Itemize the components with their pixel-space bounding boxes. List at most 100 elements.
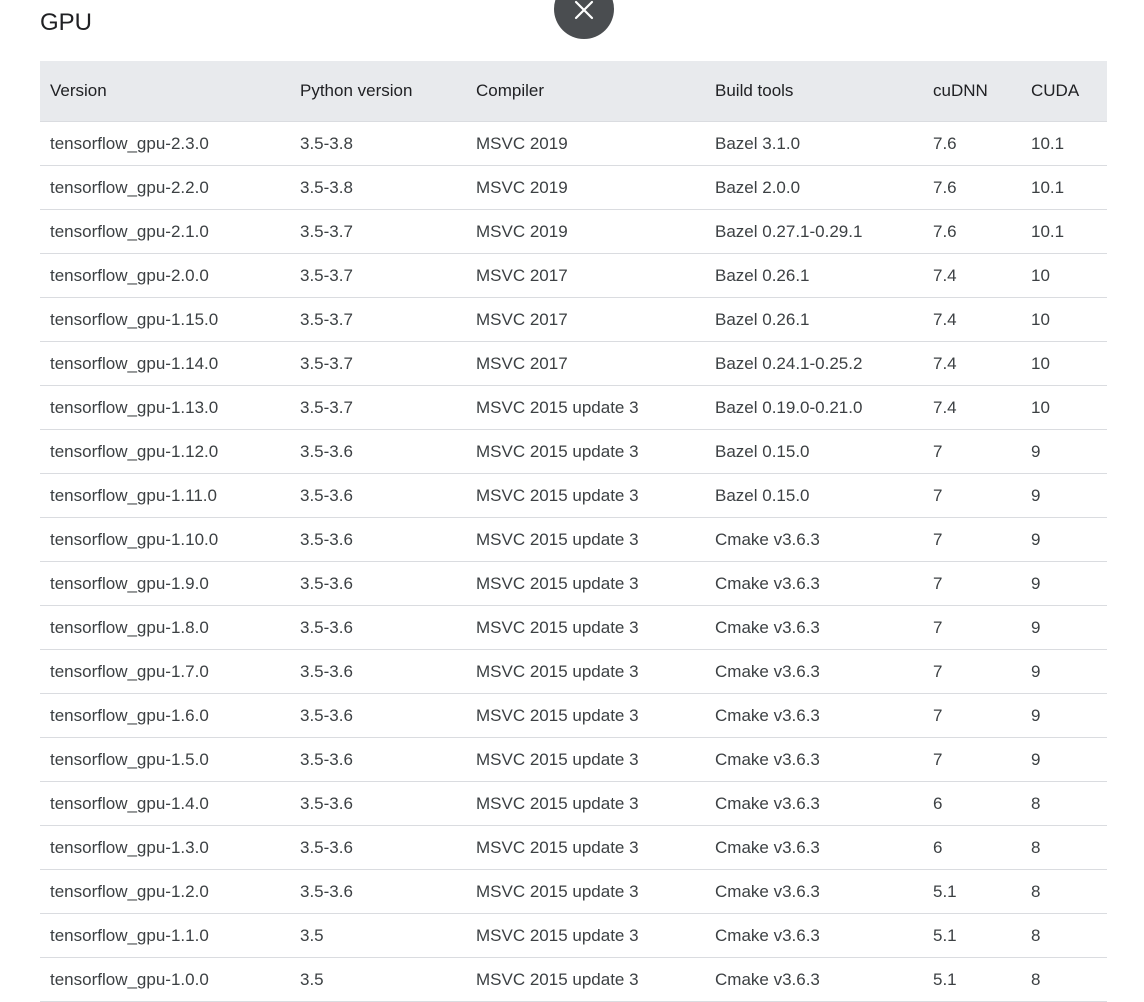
cell-version: tensorflow_gpu-1.7.0 <box>40 649 290 694</box>
cell-version: tensorflow_gpu-1.0.0 <box>40 957 290 1002</box>
cell-build-tools: Cmake v3.6.3 <box>705 737 923 782</box>
cell-python-version: 3.5 <box>290 957 466 1002</box>
cell-python-version: 3.5-3.6 <box>290 649 466 694</box>
table-row: tensorflow_gpu-1.15.0 3.5-3.7 MSVC 2017 Baz… <box>40 297 1107 342</box>
cell-cuda: 9 <box>1021 429 1107 474</box>
cell-cuda: 9 <box>1021 605 1107 650</box>
cell-python-version: 3.5-3.6 <box>290 561 466 606</box>
table-row: tensorflow_gpu-2.3.0 3.5-3.8 MSVC 2019 Baze… <box>40 121 1107 166</box>
cell-python-version: 3.5-3.6 <box>290 825 466 870</box>
cell-version: tensorflow_gpu-1.10.0 <box>40 517 290 562</box>
cell-cudnn: 7.4 <box>923 253 1021 298</box>
cell-compiler: MSVC 2019 <box>466 209 705 254</box>
cell-build-tools: Cmake v3.6.3 <box>705 913 923 958</box>
cell-cudnn: 7 <box>923 737 1021 782</box>
cell-python-version: 3.5-3.7 <box>290 297 466 342</box>
cell-compiler: MSVC 2015 update 3 <box>466 605 705 650</box>
cell-cuda: 9 <box>1021 517 1107 562</box>
cell-cuda: 9 <box>1021 649 1107 694</box>
table-row: tensorflow_gpu-1.9.0 3.5-3.6 MSVC 2015 upd… <box>40 561 1107 606</box>
cell-build-tools: Bazel 0.15.0 <box>705 429 923 474</box>
table-row: tensorflow_gpu-2.1.0 3.5-3.7 MSVC 2019 Baze… <box>40 209 1107 254</box>
cell-build-tools: Cmake v3.6.3 <box>705 781 923 826</box>
cell-cudnn: 5.1 <box>923 913 1021 958</box>
cell-compiler: MSVC 2017 <box>466 341 705 386</box>
cell-cuda: 10.1 <box>1021 121 1107 166</box>
cell-cudnn: 7 <box>923 517 1021 562</box>
cell-compiler: MSVC 2019 <box>466 165 705 210</box>
table-header-row: Version Python version Compiler Build to… <box>40 61 1107 122</box>
cell-version: tensorflow_gpu-1.8.0 <box>40 605 290 650</box>
cell-cuda: 10 <box>1021 385 1107 430</box>
cell-compiler: MSVC 2017 <box>466 253 705 298</box>
cell-cudnn: 6 <box>923 781 1021 826</box>
table-row: tensorflow_gpu-1.6.0 3.5-3.6 MSVC 2015 upd… <box>40 693 1107 738</box>
cell-cuda: 10 <box>1021 253 1107 298</box>
cell-cudnn: 5.1 <box>923 957 1021 1002</box>
cell-build-tools: Bazel 0.19.0-0.21.0 <box>705 385 923 430</box>
header-python-version: Python version <box>290 61 466 122</box>
cell-cuda: 8 <box>1021 913 1107 958</box>
table-row: tensorflow_gpu-2.0.0 3.5-3.7 MSVC 2017 Baze… <box>40 253 1107 298</box>
cell-compiler: MSVC 2015 update 3 <box>466 517 705 562</box>
cell-cuda: 9 <box>1021 473 1107 518</box>
cell-cuda: 10.1 <box>1021 209 1107 254</box>
cell-python-version: 3.5-3.6 <box>290 473 466 518</box>
cell-python-version: 3.5-3.7 <box>290 341 466 386</box>
header-build-tools: Build tools <box>705 61 923 122</box>
cell-cuda: 8 <box>1021 869 1107 914</box>
header-cudnn: cuDNN <box>923 61 1021 122</box>
cell-cudnn: 7.4 <box>923 341 1021 386</box>
cell-python-version: 3.5-3.8 <box>290 165 466 210</box>
cell-compiler: MSVC 2019 <box>466 121 705 166</box>
cell-cudnn: 7 <box>923 561 1021 606</box>
cell-cuda: 8 <box>1021 957 1107 1002</box>
cell-python-version: 3.5-3.8 <box>290 121 466 166</box>
cell-cudnn: 7.6 <box>923 165 1021 210</box>
cell-build-tools: Cmake v3.6.3 <box>705 869 923 914</box>
table-row: tensorflow_gpu-1.7.0 3.5-3.6 MSVC 2015 upd… <box>40 649 1107 694</box>
table-row: tensorflow_gpu-1.3.0 3.5-3.6 MSVC 2015 upd… <box>40 825 1107 870</box>
section-title: GPU <box>40 9 93 36</box>
cell-version: tensorflow_gpu-1.6.0 <box>40 693 290 738</box>
cell-cuda: 10 <box>1021 341 1107 386</box>
cell-build-tools: Cmake v3.6.3 <box>705 561 923 606</box>
cell-compiler: MSVC 2015 update 3 <box>466 737 705 782</box>
cell-cudnn: 7.6 <box>923 209 1021 254</box>
cell-compiler: MSVC 2017 <box>466 297 705 342</box>
cell-build-tools: Bazel 3.1.0 <box>705 121 923 166</box>
cell-cudnn: 5.1 <box>923 869 1021 914</box>
cell-build-tools: Cmake v3.6.3 <box>705 649 923 694</box>
cell-version: tensorflow_gpu-1.3.0 <box>40 825 290 870</box>
cell-build-tools: Bazel 2.0.0 <box>705 165 923 210</box>
cell-cudnn: 6 <box>923 825 1021 870</box>
table-row: tensorflow_gpu-1.1.0 3.5 MSVC 2015 update … <box>40 913 1107 958</box>
cell-python-version: 3.5-3.7 <box>290 209 466 254</box>
cell-python-version: 3.5-3.6 <box>290 737 466 782</box>
cell-version: tensorflow_gpu-1.14.0 <box>40 341 290 386</box>
table-header: Version Python version Compiler Build to… <box>40 61 1107 122</box>
cell-version: tensorflow_gpu-1.11.0 <box>40 473 290 518</box>
cell-cudnn: 7.4 <box>923 385 1021 430</box>
page: GPU Version Python version Compiler Buil… <box>0 0 1144 1002</box>
close-icon <box>574 0 594 20</box>
cell-version: tensorflow_gpu-1.15.0 <box>40 297 290 342</box>
cell-cudnn: 7 <box>923 429 1021 474</box>
cell-python-version: 3.5-3.6 <box>290 605 466 650</box>
table-row: tensorflow_gpu-1.13.0 3.5-3.7 MSVC 2015 up… <box>40 385 1107 430</box>
close-button[interactable] <box>554 0 614 39</box>
cell-version: tensorflow_gpu-2.0.0 <box>40 253 290 298</box>
table-row: tensorflow_gpu-1.11.0 3.5-3.6 MSVC 2015 up… <box>40 473 1107 518</box>
cell-build-tools: Cmake v3.6.3 <box>705 957 923 1002</box>
cell-python-version: 3.5-3.7 <box>290 385 466 430</box>
table-row: tensorflow_gpu-1.0.0 3.5 MSVC 2015 update … <box>40 957 1107 1002</box>
cell-compiler: MSVC 2015 update 3 <box>466 649 705 694</box>
cell-build-tools: Bazel 0.24.1-0.25.2 <box>705 341 923 386</box>
cell-build-tools: Bazel 0.26.1 <box>705 253 923 298</box>
table-row: tensorflow_gpu-1.10.0 3.5-3.6 MSVC 2015 up… <box>40 517 1107 562</box>
cell-compiler: MSVC 2015 update 3 <box>466 693 705 738</box>
cell-version: tensorflow_gpu-1.5.0 <box>40 737 290 782</box>
cell-cuda: 8 <box>1021 825 1107 870</box>
cell-python-version: 3.5-3.6 <box>290 517 466 562</box>
cell-version: tensorflow_gpu-1.9.0 <box>40 561 290 606</box>
